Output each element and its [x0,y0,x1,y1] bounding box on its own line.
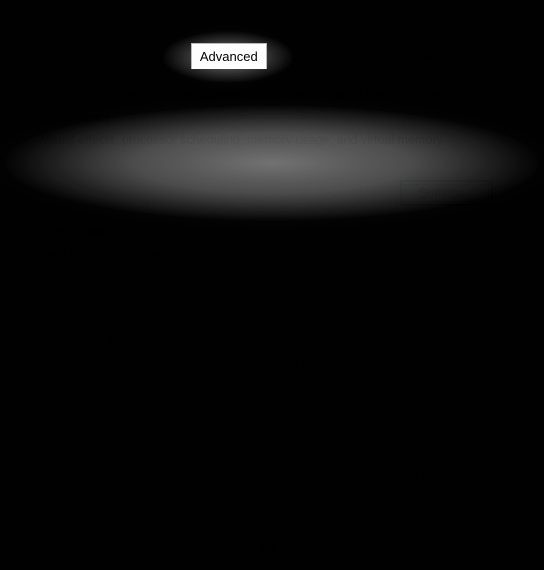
performance-group-title: Performance [36,111,116,125]
window-body: System Properties Computer Name Hardware… [0,0,544,570]
button-label: OK [260,541,279,555]
window-title: System Properties [13,9,139,26]
startup-recovery-group-title: Startup and Recovery [36,334,165,348]
tab-label: Advanced [199,49,258,64]
startup-recovery-settings-button[interactable]: Settings... [400,407,493,433]
cancel-button[interactable]: Cancel [331,535,424,561]
apply-button[interactable]: Apply [439,535,532,561]
title-bar: System Properties [0,0,544,40]
tab-system-protection[interactable]: System Protection [265,46,386,69]
user-profiles-settings-button[interactable]: Settings... [400,293,493,319]
button-label: Cancel [358,541,397,555]
performance-settings-button[interactable]: Settings... [400,180,493,206]
tab-label: Remote [393,51,437,65]
button-label: Environment Variables... [347,470,484,484]
tab-label: System Protection [274,51,377,65]
tab-label: Hardware [128,51,183,65]
user-profiles-group-title: User Profiles [36,225,116,239]
button-label: Settings... [418,413,475,427]
tab-computer-name[interactable]: Computer Name [11,46,121,69]
button-label: Settings... [418,186,475,200]
startup-recovery-description: System startup, system failure, and debu… [41,356,364,370]
button-label: Settings... [418,299,475,313]
environment-variables-button[interactable]: Environment Variables... [338,464,493,490]
tab-advanced[interactable]: Advanced [190,43,267,69]
tab-hardware[interactable]: Hardware [119,46,192,69]
tab-label: Computer Name [20,51,112,65]
close-icon[interactable] [498,0,544,32]
administrator-notice: You must be logged on as an Administrato… [32,88,451,102]
tab-strip: Computer Name Hardware Advanced System P… [11,43,446,69]
user-profiles-description: Desktop settings related to your sign-in [41,247,258,261]
performance-description: Visual effects, processor scheduling, me… [41,133,443,147]
button-label: Apply [469,541,502,555]
tab-remote[interactable]: Remote [384,46,446,69]
ok-button[interactable]: OK [223,535,316,561]
system-properties-window: System Properties Computer Name Hardware… [0,0,544,570]
